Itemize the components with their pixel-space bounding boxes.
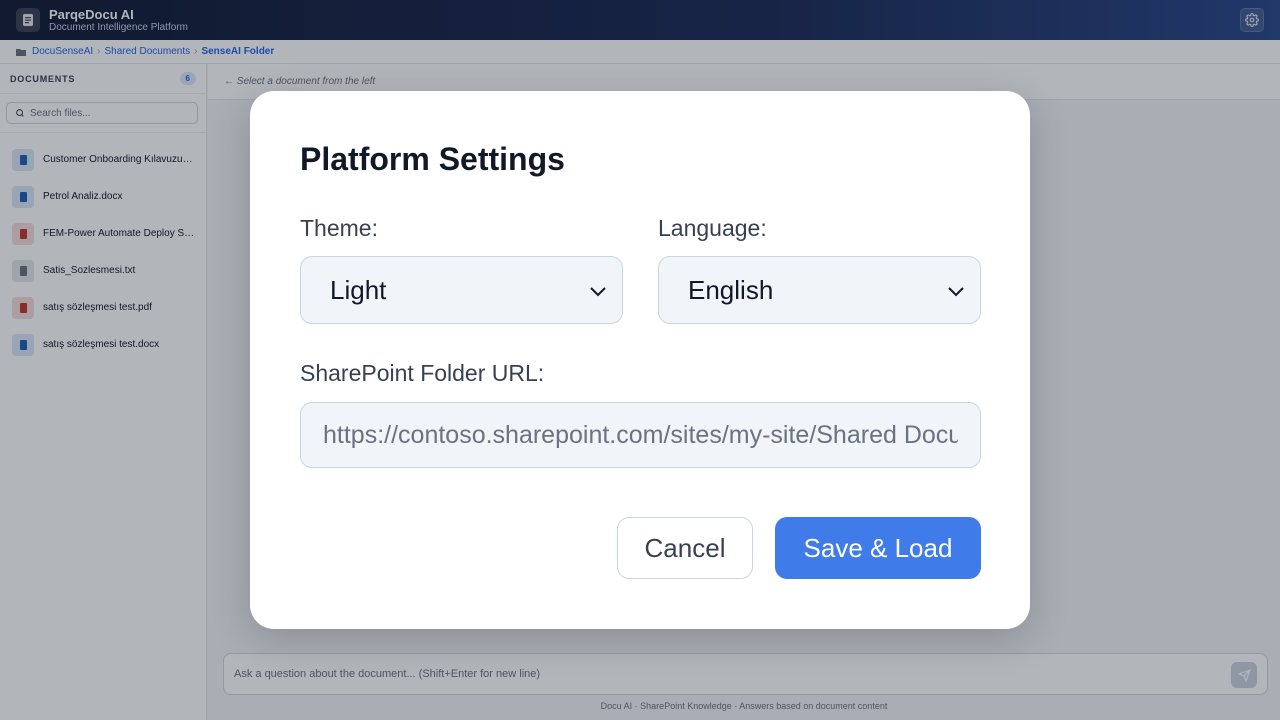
- chevron-down-icon: [948, 287, 964, 297]
- theme-select[interactable]: Light: [300, 256, 623, 324]
- theme-select-value: Light: [330, 274, 387, 305]
- language-select[interactable]: English: [658, 256, 981, 324]
- language-label: Language:: [658, 215, 767, 241]
- settings-modal: Platform Settings Theme: Light Language:…: [250, 91, 1030, 629]
- theme-label: Theme:: [300, 215, 378, 241]
- sharepoint-url-label: SharePoint Folder URL:: [300, 360, 545, 386]
- modal-title: Platform Settings: [300, 141, 565, 177]
- chevron-down-icon: [590, 287, 606, 297]
- save-and-load-button[interactable]: Save & Load: [775, 517, 981, 579]
- language-select-value: English: [688, 274, 774, 305]
- cancel-button[interactable]: Cancel: [617, 517, 753, 579]
- sharepoint-url-field[interactable]: [300, 402, 981, 468]
- sharepoint-url-input[interactable]: [323, 420, 958, 450]
